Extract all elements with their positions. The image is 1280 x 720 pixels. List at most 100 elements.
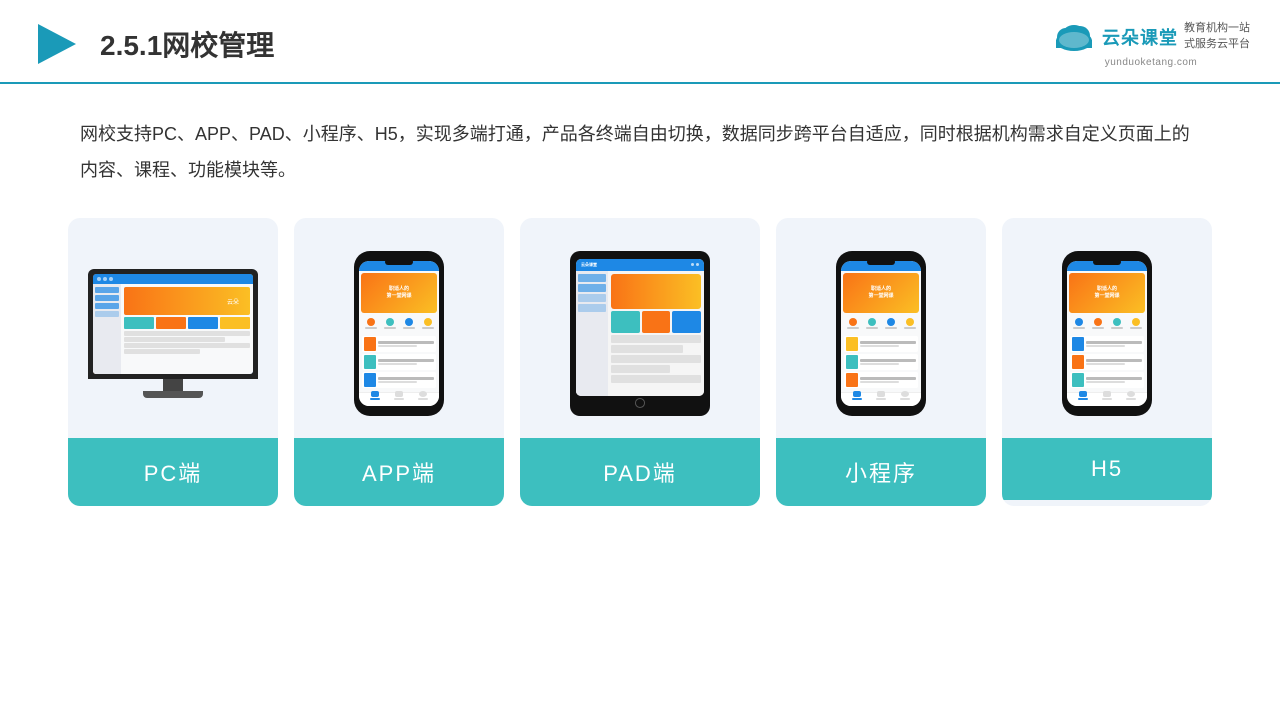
nav-courses (391, 391, 407, 406)
h5-grid-label-1 (1073, 327, 1085, 329)
grid-label-1 (365, 327, 377, 329)
list-item-2 (362, 354, 436, 370)
mini-thumb-1 (846, 337, 858, 351)
grid-item-2 (381, 316, 398, 332)
phone-content-mini: 职适人的第一堂网课 (841, 271, 921, 392)
screen-rows (124, 331, 250, 354)
monitor-neck (163, 379, 183, 391)
h5-thumb-3 (1072, 373, 1084, 387)
nav-me-label (418, 398, 428, 400)
mini-sub-3 (860, 381, 899, 383)
phone-banner-mini: 职适人的第一堂网课 (843, 273, 919, 313)
h5-grid-icon-2 (1094, 318, 1102, 326)
h5-sub-1 (1086, 345, 1125, 347)
tablet-mockup-pad: 云朵课堂 (570, 251, 710, 416)
tablet-sidebar-1 (578, 274, 606, 282)
h5-nav-home-icon (1079, 391, 1087, 397)
list-item-1 (362, 336, 436, 352)
mini-nav-home (849, 391, 865, 406)
h5-list-1 (1070, 336, 1144, 352)
grid-icon-2 (386, 318, 394, 326)
mini-nav-courses (873, 391, 889, 406)
mini-title-2 (860, 359, 916, 362)
grid-item-3 (400, 316, 417, 332)
phone-bottom-nav-h5 (1067, 392, 1147, 406)
mini-grid-icon-3 (887, 318, 895, 326)
h5-grid-item-1 (1070, 316, 1087, 332)
card-mini-label: 小程序 (776, 438, 986, 506)
tablet-cards (611, 311, 701, 333)
h5-nav-me-icon (1127, 391, 1135, 397)
phone-notch-h5 (1093, 259, 1121, 265)
list-content-1 (378, 341, 434, 347)
tablet-row-3 (611, 355, 701, 363)
brand-tagline-line2: 式服务云平台 (1184, 37, 1250, 52)
phone-list-h5 (1069, 335, 1145, 389)
mini-grid-icon-1 (849, 318, 857, 326)
grid-label-2 (384, 327, 396, 329)
list-sub-3 (378, 381, 417, 383)
screen-dot-3 (109, 277, 113, 281)
nav-me-icon (419, 391, 427, 397)
mini-card-2 (156, 317, 186, 329)
h5-grid-icon-4 (1132, 318, 1140, 326)
nav-me (415, 391, 431, 406)
h5-sub-3 (1086, 381, 1125, 383)
mini-nav-home-label (852, 398, 862, 400)
monitor-base (143, 391, 203, 398)
mini-nav-me-icon (901, 391, 909, 397)
card-pc: 云朵 (68, 218, 278, 506)
grid-icon-4 (424, 318, 432, 326)
tablet-row-1 (611, 335, 701, 343)
tablet-list (611, 335, 701, 383)
mini-grid-label-3 (885, 327, 897, 329)
card-pad: 云朵课堂 (520, 218, 760, 506)
cards-container: 云朵 (0, 208, 1280, 506)
tablet-row-4 (611, 365, 670, 373)
card-pad-label: PAD端 (520, 438, 760, 506)
tablet-content (576, 271, 704, 397)
mini-card-4 (220, 317, 250, 329)
nav-home-label (370, 398, 380, 400)
phone-banner-text-mini: 职适人的第一堂网课 (868, 286, 893, 300)
mini-thumb-3 (846, 373, 858, 387)
tablet-card-1 (611, 311, 640, 333)
monitor-body: 云朵 (88, 269, 258, 379)
h5-nav-courses-icon (1103, 391, 1111, 397)
mini-title-3 (860, 377, 916, 380)
sidebar-item-1 (95, 287, 119, 293)
sidebar-item-3 (95, 303, 119, 309)
h5-content-3 (1086, 377, 1142, 383)
screen-dot-1 (97, 277, 101, 281)
brand-url: yunduoketang.com (1105, 57, 1198, 68)
grid-label-3 (403, 327, 415, 329)
phone-screen-app: 职适人的第一堂网课 (359, 261, 439, 406)
mini-content-2 (860, 359, 916, 365)
h5-title-1 (1086, 341, 1142, 344)
card-app: 职适人的第一堂网课 (294, 218, 504, 506)
phone-list-mini (843, 335, 919, 389)
mini-grid-item-1 (844, 316, 861, 332)
screen-banner: 云朵 (124, 287, 250, 315)
pc-monitor-mockup: 云朵 (88, 269, 258, 398)
mini-grid-label-4 (904, 327, 916, 329)
h5-content-1 (1086, 341, 1142, 347)
phone-banner-app: 职适人的第一堂网课 (361, 273, 437, 313)
h5-nav-courses-label (1102, 398, 1112, 400)
mini-grid-item-2 (863, 316, 880, 332)
card-pad-image: 云朵课堂 (520, 218, 760, 438)
h5-grid-label-3 (1111, 327, 1123, 329)
list-thumb-1 (364, 337, 376, 351)
h5-thumb-2 (1072, 355, 1084, 369)
phone-bottom-nav-mini (841, 392, 921, 406)
mini-content-3 (860, 377, 916, 383)
list-thumb-2 (364, 355, 376, 369)
grid-icon-3 (405, 318, 413, 326)
card-pc-image: 云朵 (68, 218, 278, 438)
mini-grid-icon-2 (868, 318, 876, 326)
list-content-3 (378, 377, 434, 383)
monitor-screen: 云朵 (93, 274, 253, 374)
h5-nav-me-label (1126, 398, 1136, 400)
brand-name: 云朵课堂 (1102, 24, 1178, 50)
card-mini: 职适人的第一堂网课 (776, 218, 986, 506)
